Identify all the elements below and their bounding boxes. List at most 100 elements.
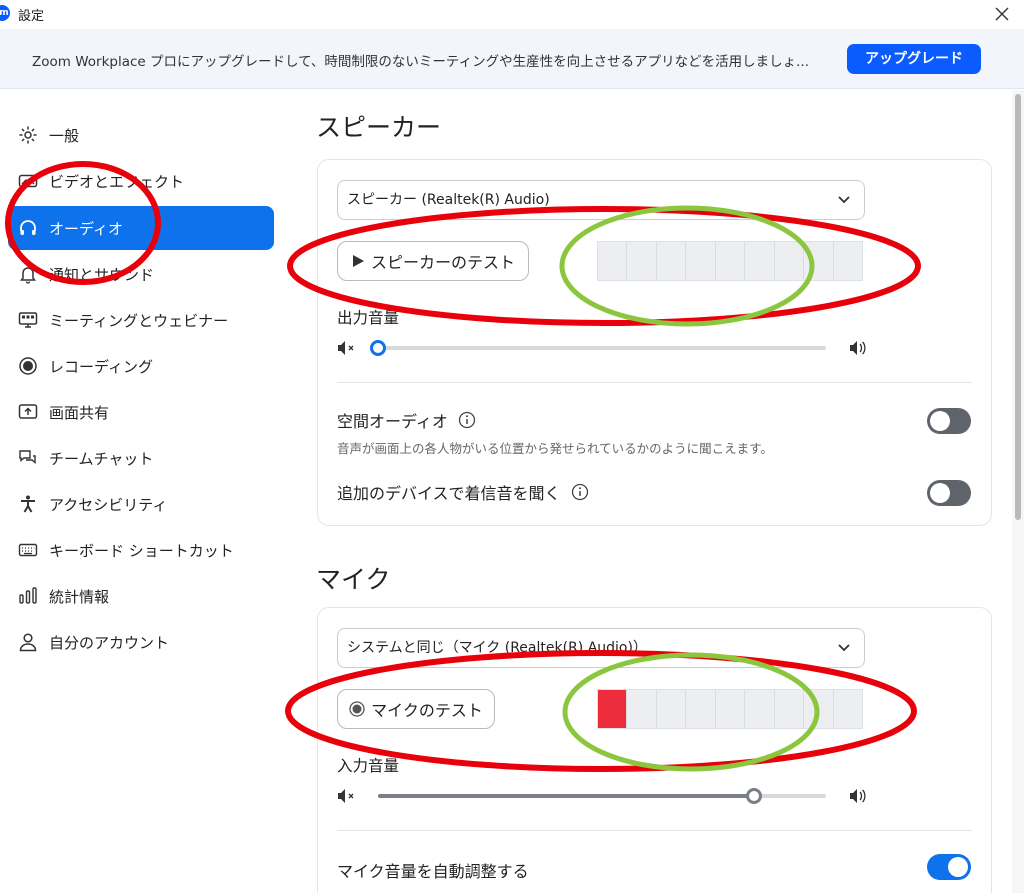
sidebar-item-label: 通知とサウンド (49, 265, 155, 284)
accessibility-icon (18, 494, 38, 514)
headphones-icon (18, 218, 38, 238)
speaker-level-meter (597, 241, 863, 281)
mic-test-label: マイクのテスト (371, 701, 483, 720)
speaker-test-label: スピーカーのテスト (370, 253, 515, 272)
chevron-down-icon (838, 644, 850, 652)
upgrade-button[interactable]: アップグレード (847, 44, 981, 74)
mic-select[interactable]: システムと同じ（マイク (Realtek(R) Audio)） (337, 628, 865, 668)
sidebar-item-label: ビデオとエフェクト (49, 172, 185, 191)
zoom-logo-icon: zm (0, 5, 10, 21)
mic-test-button[interactable]: マイクのテスト (337, 689, 495, 729)
meter-cell (716, 242, 746, 280)
meter-cell (775, 242, 805, 280)
toggle-knob (948, 857, 968, 877)
share-screen-icon (18, 402, 38, 422)
record-icon (18, 356, 38, 376)
meter-cell (598, 242, 628, 280)
meter-cell (686, 242, 716, 280)
account-icon (18, 632, 38, 652)
slider-thumb[interactable] (370, 340, 386, 356)
speaker-select[interactable]: スピーカー (Realtek(R) Audio) (337, 180, 865, 220)
speaker-select-value: スピーカー (Realtek(R) Audio) (347, 192, 550, 208)
sidebar-item-label: キーボード ショートカット (49, 541, 234, 560)
meter-cell (716, 690, 746, 728)
meter-cell (834, 690, 862, 728)
meeting-icon (18, 310, 38, 330)
spatial-audio-description: 音声が画面上の各人物がいる位置から発せられているかのように聞こえます。 (337, 441, 773, 456)
auto-adjust-text: マイク音量を自動調整する (337, 862, 529, 881)
toggle-knob (930, 483, 950, 503)
speaker-card: スピーカー (Realtek(R) Audio) スピーカーのテスト 出力音量 … (317, 159, 992, 526)
volume-up-icon (850, 341, 866, 355)
output-volume-label: 出力音量 (337, 309, 400, 327)
sidebar-item-label: アクセシビリティ (49, 495, 168, 514)
meter-cell (834, 242, 862, 280)
info-icon[interactable] (571, 483, 589, 501)
sidebar-item-meetings[interactable]: ミーティングとウェビナー (8, 298, 274, 342)
sidebar-item-statistics[interactable]: 統計情報 (8, 574, 274, 618)
sidebar-item-keyboard-shortcuts[interactable]: キーボード ショートカット (8, 528, 274, 572)
output-volume-slider[interactable] (337, 336, 867, 360)
sidebar-item-notifications[interactable]: 通知とサウンド (8, 252, 274, 296)
divider (337, 382, 972, 383)
spatial-audio-text: 空間オーディオ (337, 412, 448, 431)
meter-cell (657, 242, 687, 280)
auto-adjust-toggle[interactable] (927, 854, 971, 880)
mic-card: システムと同じ（マイク (Realtek(R) Audio)） マイクのテスト … (317, 607, 992, 893)
sidebar-item-team-chat[interactable]: チームチャット (8, 436, 274, 480)
slider-fill (378, 794, 755, 798)
spatial-audio-toggle[interactable] (927, 408, 971, 434)
meter-cell (775, 690, 805, 728)
meter-cell (804, 690, 834, 728)
sidebar-item-general[interactable]: 一般 (8, 113, 274, 157)
scrollbar-thumb[interactable] (1015, 94, 1021, 520)
sidebar-item-audio[interactable]: オーディオ (8, 206, 274, 250)
ring-devices-text: 追加のデバイスで着信音を聞く (337, 484, 561, 503)
mic-level-meter (597, 689, 863, 729)
settings-sidebar: 一般 ビデオとエフェクト オーディオ 通知とサウンド ミーティングとウェビナー … (0, 90, 290, 893)
mic-select-value: システムと同じ（マイク (Realtek(R) Audio)） (347, 640, 647, 656)
slider-thumb[interactable] (746, 788, 763, 804)
meter-cell (627, 690, 657, 728)
meter-cell (657, 690, 687, 728)
keyboard-icon (18, 540, 38, 560)
meter-cell (804, 242, 834, 280)
chat-icon (18, 448, 38, 468)
toggle-knob (930, 411, 950, 431)
content-scrollbar[interactable] (1012, 90, 1024, 893)
sidebar-item-label: チームチャット (49, 449, 154, 468)
meter-cell (745, 690, 775, 728)
record-icon (349, 701, 365, 717)
window-title: 設定 (18, 9, 45, 24)
input-volume-label: 入力音量 (337, 757, 400, 775)
banner-text: Zoom Workplace プロにアップグレードして、時間制限のないミーティン… (32, 54, 809, 70)
volume-mute-icon (338, 789, 354, 803)
sidebar-item-label: レコーディング (49, 357, 153, 376)
chevron-down-icon (838, 196, 850, 204)
sidebar-item-label: 画面共有 (49, 403, 110, 422)
gear-icon (18, 125, 38, 145)
close-button[interactable] (990, 2, 1014, 26)
auto-adjust-label: マイク音量を自動調整する (337, 858, 529, 882)
meter-cell (745, 242, 775, 280)
mic-section-title: マイク (316, 565, 391, 594)
sidebar-item-account[interactable]: 自分のアカウント (8, 620, 274, 664)
speaker-test-button[interactable]: スピーカーのテスト (337, 241, 529, 281)
ring-devices-toggle[interactable] (927, 480, 971, 506)
stats-icon (18, 586, 38, 606)
volume-mute-icon (338, 341, 354, 355)
volume-up-icon (850, 789, 866, 803)
info-icon[interactable] (458, 411, 476, 429)
sidebar-item-label: 自分のアカウント (49, 633, 170, 652)
sidebar-item-accessibility[interactable]: アクセシビリティ (8, 482, 274, 526)
upgrade-banner: Zoom Workplace プロにアップグレードして、時間制限のないミーティン… (0, 29, 1024, 89)
speaker-section-title: スピーカー (316, 113, 442, 142)
bell-icon (18, 264, 38, 284)
sidebar-item-video[interactable]: ビデオとエフェクト (8, 159, 274, 203)
input-volume-slider[interactable] (337, 784, 867, 808)
sidebar-item-recording[interactable]: レコーディング (8, 344, 274, 388)
sidebar-item-share-screen[interactable]: 画面共有 (8, 390, 274, 434)
slider-track (370, 340, 826, 356)
slider-track (378, 788, 826, 804)
spatial-audio-label: 空間オーディオ (337, 408, 476, 432)
